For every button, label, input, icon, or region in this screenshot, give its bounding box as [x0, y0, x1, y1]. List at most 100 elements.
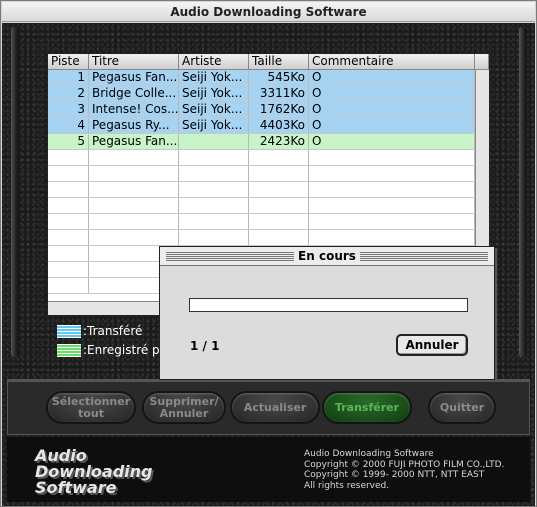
track-cell-comment: O — [309, 134, 475, 149]
track-cell-track: 4 — [48, 118, 89, 133]
progress-dialog: En cours 1 / 1 Annuler — [159, 246, 495, 380]
track-row[interactable]: 5 Pegasus Fan... 2423Ko O — [48, 134, 489, 150]
track-cell-track — [48, 150, 89, 165]
progress-bar — [189, 298, 468, 312]
track-cell-title — [89, 166, 179, 181]
track-cell-artist — [179, 166, 249, 181]
track-list-header: Piste Titre Artiste Taille Commentaire — [48, 54, 489, 70]
dialog-title: En cours — [294, 249, 360, 263]
legend-recorded: :Enregistré p — [57, 342, 160, 358]
track-cell-size: 1762Ko — [249, 102, 309, 117]
track-cell-title — [89, 230, 179, 245]
column-header-track[interactable]: Piste — [48, 54, 89, 69]
select-all-button[interactable]: Sélectionner tout — [46, 391, 136, 424]
track-cell-comment — [309, 198, 475, 213]
track-cell-title — [89, 182, 179, 197]
copyright-line-1: Audio Downloading Software — [304, 449, 434, 459]
track-row[interactable]: 4 Pegasus Ry... Seiji Yok... 4403Ko O — [48, 118, 489, 134]
track-cell-comment — [309, 166, 475, 181]
track-cell-comment: O — [309, 118, 475, 133]
empty-row — [48, 150, 489, 166]
track-cell-size — [249, 166, 309, 181]
track-cell-title: Pegasus Fan... — [89, 134, 179, 149]
track-cell-track — [48, 278, 89, 293]
track-cell-size: 2423Ko — [249, 134, 309, 149]
track-cell-track — [48, 166, 89, 181]
track-cell-comment: O — [309, 70, 475, 85]
legend-transferred: :Transféré — [57, 323, 142, 339]
legend-recorded-label: :Enregistré p — [83, 343, 160, 357]
column-header-size[interactable]: Taille — [249, 54, 309, 69]
track-cell-track: 5 — [48, 134, 89, 149]
track-row[interactable]: 1 Pegasus Fan... Seiji Yok... 545Ko O — [48, 70, 489, 86]
track-cell-comment: O — [309, 102, 475, 117]
track-cell-size — [249, 182, 309, 197]
column-header-artist[interactable]: Artiste — [179, 54, 249, 69]
track-cell-artist — [179, 230, 249, 245]
delete-cancel-button[interactable]: Supprimer/ Annuler — [142, 391, 226, 424]
header-corner — [475, 54, 489, 69]
track-cell-artist: Seiji Yok... — [179, 102, 249, 117]
legend-transferred-label: :Transféré — [83, 324, 143, 338]
track-cell-size: 3311Ko — [249, 86, 309, 101]
refresh-button[interactable]: Actualiser — [230, 391, 320, 424]
track-cell-title — [89, 150, 179, 165]
progress-count: 1 / 1 — [190, 339, 220, 353]
track-cell-artist: Seiji Yok... — [179, 70, 249, 85]
track-cell-artist — [179, 134, 249, 149]
left-decorative-rail — [11, 27, 19, 357]
recorded-swatch — [57, 343, 81, 357]
right-decorative-rail — [519, 27, 527, 357]
column-header-title[interactable]: Titre — [89, 54, 179, 69]
dialog-title-wrap: En cours — [160, 247, 494, 266]
track-cell-size — [249, 150, 309, 165]
column-header-comment[interactable]: Commentaire — [309, 54, 475, 69]
transfer-button[interactable]: Transférer — [322, 391, 412, 424]
track-cell-title — [89, 214, 179, 229]
track-cell-title: Pegasus Ry... — [89, 118, 179, 133]
track-cell-artist: Seiji Yok... — [179, 86, 249, 101]
track-cell-comment — [309, 230, 475, 245]
track-cell-artist — [179, 214, 249, 229]
track-cell-track: 3 — [48, 102, 89, 117]
copyright-text: Audio Downloading Software Copyright © 2… — [304, 449, 504, 491]
track-cell-size — [249, 214, 309, 229]
track-cell-artist — [179, 198, 249, 213]
track-cell-title — [89, 198, 179, 213]
transferred-swatch — [57, 324, 81, 338]
track-cell-size — [249, 198, 309, 213]
track-cell-artist: Seiji Yok... — [179, 118, 249, 133]
track-cell-track — [48, 198, 89, 213]
copyright-line-4: All rights reserved. — [304, 480, 390, 491]
button-bar: Sélectionner tout Supprimer/ Annuler Act… — [7, 381, 530, 435]
quit-button[interactable]: Quitter — [428, 391, 496, 424]
dialog-titlebar[interactable]: En cours — [160, 247, 494, 266]
track-cell-track — [48, 230, 89, 245]
empty-row — [48, 214, 489, 230]
window-title: Audio Downloading Software — [2, 2, 535, 22]
track-cell-title: Intense! Cos... — [89, 102, 179, 117]
track-cell-track — [48, 246, 89, 261]
track-cell-comment — [309, 150, 475, 165]
app-window: Audio Downloading Software Piste Titre A… — [0, 0, 537, 507]
empty-row — [48, 166, 489, 182]
track-cell-title: Bridge Colle... — [89, 86, 179, 101]
track-cell-comment: O — [309, 86, 475, 101]
track-cell-artist — [179, 182, 249, 197]
track-cell-track: 2 — [48, 86, 89, 101]
track-cell-track — [48, 262, 89, 277]
empty-row — [48, 198, 489, 214]
track-cell-size: 545Ko — [249, 70, 309, 85]
logo-line-3: Software — [35, 478, 117, 497]
track-row[interactable]: 2 Bridge Colle... Seiji Yok... 3311Ko O — [48, 86, 489, 102]
track-cell-comment — [309, 182, 475, 197]
empty-row — [48, 182, 489, 198]
track-cell-size — [249, 230, 309, 245]
cancel-button[interactable]: Annuler — [396, 334, 468, 356]
track-cell-size: 4403Ko — [249, 118, 309, 133]
track-cell-track — [48, 214, 89, 229]
track-cell-track — [48, 182, 89, 197]
track-row[interactable]: 3 Intense! Cos... Seiji Yok... 1762Ko O — [48, 102, 489, 118]
track-cell-title: Pegasus Fan... — [89, 70, 179, 85]
track-cell-comment — [309, 214, 475, 229]
